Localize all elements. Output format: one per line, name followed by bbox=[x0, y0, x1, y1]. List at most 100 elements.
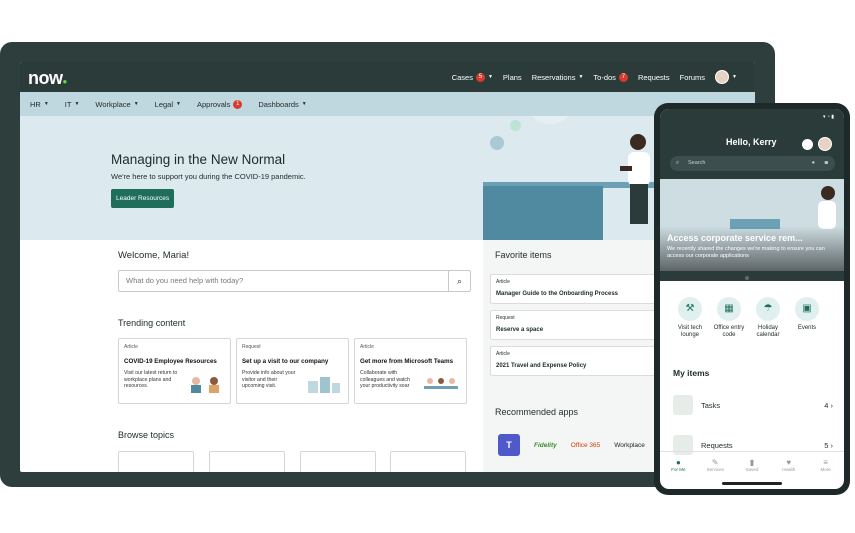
item-count: 4 › bbox=[824, 401, 833, 410]
wrench-icon: ⚒ bbox=[678, 297, 702, 321]
item-label: Requests bbox=[701, 441, 733, 450]
card-title: COVID-19 Employee Resources bbox=[124, 358, 217, 365]
person-icon: ● bbox=[675, 458, 681, 467]
top-nav-links: Cases 5 ▼ Plans Reservations ▼ To-dos 7 Requ… bbox=[452, 62, 737, 92]
nav-requests[interactable]: Requests bbox=[638, 73, 670, 82]
quick-link[interactable]: ⚒ Visit tech lounge bbox=[671, 297, 709, 339]
item-label: Tasks bbox=[701, 401, 721, 410]
hero-title: Managing in the New Normal bbox=[111, 152, 286, 167]
chevron-down-icon: ▼ bbox=[301, 101, 307, 107]
favorite-item[interactable]: Article Manager Guide to the Onboarding … bbox=[490, 274, 660, 304]
todos-badge: 7 bbox=[618, 72, 628, 82]
card-desc: Collaborate with colleagues and watch yo… bbox=[360, 370, 410, 389]
chat-icon[interactable] bbox=[802, 139, 813, 150]
approvals-badge: 1 bbox=[233, 99, 243, 109]
workplace-app[interactable]: Workplace bbox=[614, 442, 645, 449]
nav-plans[interactable]: Plans bbox=[503, 73, 522, 82]
favorite-type: Article bbox=[496, 351, 510, 357]
cases-badge: 5 bbox=[475, 72, 485, 82]
now-logo[interactable]: now● bbox=[28, 68, 67, 89]
chevron-down-icon: ▼ bbox=[74, 101, 80, 107]
desk-illustration bbox=[483, 186, 603, 240]
trending-card[interactable]: Request Set up a visit to our company Pr… bbox=[236, 338, 349, 404]
search-icon[interactable]: ⌕ bbox=[448, 271, 470, 291]
qr-icon: ▦ bbox=[717, 297, 741, 321]
quick-link[interactable]: ▦ Office entry code bbox=[710, 297, 748, 339]
topic-card[interactable] bbox=[300, 451, 376, 472]
mobile-hero-title: Access corporate service rem... bbox=[667, 233, 803, 243]
office365-app[interactable]: Office 365 bbox=[571, 442, 601, 449]
chevron-down-icon: ▼ bbox=[578, 74, 584, 80]
favorite-type: Article bbox=[496, 279, 510, 285]
card-desc: Visit our latest return to workplace pla… bbox=[124, 370, 178, 389]
trending-card[interactable]: Article COVID-19 Employee Resources Visi… bbox=[118, 338, 231, 404]
subnav-workplace[interactable]: Workplace ▼ bbox=[95, 100, 138, 109]
tasks-icon bbox=[673, 395, 693, 415]
portal-screen: now● Cases 5 ▼ Plans Reservations ▼ To-dos 7… bbox=[20, 62, 755, 472]
top-navbar: now● Cases 5 ▼ Plans Reservations ▼ To-dos 7… bbox=[20, 62, 755, 92]
avatar bbox=[715, 70, 730, 84]
microphone-icon[interactable]: ● bbox=[812, 156, 815, 171]
browse-title: Browse topics bbox=[118, 430, 175, 440]
sub-navbar: HR ▼ IT ▼ Workplace ▼ Legal ▼ Approvals 1 Das… bbox=[20, 92, 755, 116]
subnav-dashboards[interactable]: Dashboards ▼ bbox=[258, 100, 306, 109]
subnav-approvals[interactable]: Approvals 1 bbox=[197, 99, 243, 109]
decor-circle bbox=[510, 120, 521, 131]
quick-link[interactable]: ☂ Holiday calendar bbox=[749, 297, 787, 339]
welcome-text: Welcome, Maria! bbox=[118, 250, 190, 261]
heart-icon: ♥ bbox=[786, 458, 792, 467]
carousel-dot[interactable] bbox=[745, 276, 749, 280]
favorite-item[interactable]: Article 2021 Travel and Expense Policy bbox=[490, 346, 660, 376]
subnav-hr[interactable]: HR ▼ bbox=[30, 100, 49, 109]
nav-cases[interactable]: Cases 5 ▼ bbox=[452, 72, 493, 82]
apps-title: Recommended apps bbox=[495, 407, 579, 417]
topic-card[interactable] bbox=[390, 451, 466, 472]
tab-for-me[interactable]: ● For Me bbox=[660, 452, 697, 489]
favorite-type: Request bbox=[496, 315, 515, 321]
mobile-hero-text: We recently shared the changes we're mak… bbox=[667, 246, 825, 259]
recommended-apps: T Fidelity Office 365 Workplace bbox=[498, 434, 645, 456]
chevron-down-icon: ▼ bbox=[487, 74, 493, 80]
trending-card[interactable]: Article Get more from Microsoft Teams Co… bbox=[354, 338, 467, 404]
topic-card[interactable] bbox=[118, 451, 194, 472]
hero-subtitle: We're here to support you during the COV… bbox=[111, 172, 306, 181]
decor-circle bbox=[530, 116, 570, 124]
card-type: Request bbox=[242, 344, 261, 350]
nav-forums[interactable]: Forums bbox=[680, 73, 705, 82]
avatar[interactable] bbox=[818, 137, 832, 151]
topic-card[interactable] bbox=[209, 451, 285, 472]
team-illustration bbox=[424, 378, 458, 389]
nav-reservations[interactable]: Reservations ▼ bbox=[532, 73, 584, 82]
search-input[interactable]: What do you need help with today? ⌕ bbox=[118, 270, 471, 292]
calendar-icon: ▣ bbox=[795, 297, 819, 321]
mobile-hero-card[interactable]: Access corporate service rem... We recen… bbox=[660, 179, 844, 271]
trending-title: Trending content bbox=[118, 318, 186, 328]
camera-icon[interactable]: ◙ bbox=[825, 156, 828, 171]
decor-circle bbox=[490, 136, 504, 150]
favorite-title: Manager Guide to the Onboarding Process bbox=[496, 291, 619, 297]
favorite-item[interactable]: Request Reserve a space bbox=[490, 310, 660, 340]
people-illustration bbox=[191, 377, 219, 393]
chevron-right-icon: › bbox=[830, 401, 834, 410]
favorite-title: 2021 Travel and Expense Policy bbox=[496, 363, 587, 369]
quick-link[interactable]: ▣ Events bbox=[788, 297, 826, 332]
home-indicator bbox=[722, 482, 782, 485]
chevron-down-icon: ▼ bbox=[43, 101, 49, 107]
building-illustration bbox=[308, 377, 340, 393]
status-icons: ▾ ◔ ▮ bbox=[822, 114, 834, 120]
subnav-legal[interactable]: Legal ▼ bbox=[155, 100, 181, 109]
fidelity-app[interactable]: Fidelity bbox=[534, 442, 557, 449]
card-title: Get more from Microsoft Teams bbox=[360, 358, 454, 365]
subnav-it[interactable]: IT ▼ bbox=[65, 100, 80, 109]
mobile-search-input[interactable]: ⌕ Search ● ◙ bbox=[670, 156, 835, 171]
leader-resources-button[interactable]: Leader Resources bbox=[111, 189, 175, 208]
teams-app-icon[interactable]: T bbox=[498, 434, 520, 456]
tab-more[interactable]: ≡ More bbox=[807, 452, 844, 489]
bookmark-icon: ▮ bbox=[749, 458, 755, 467]
card-desc: Provide info about your visitor and thei… bbox=[242, 370, 296, 389]
card-type: Article bbox=[124, 344, 138, 350]
card-title: Set up a visit to our company bbox=[242, 358, 329, 365]
user-menu[interactable]: ▼ bbox=[715, 70, 737, 84]
chevron-down-icon: ▼ bbox=[176, 101, 181, 107]
nav-todos[interactable]: To-dos 7 bbox=[593, 72, 628, 82]
